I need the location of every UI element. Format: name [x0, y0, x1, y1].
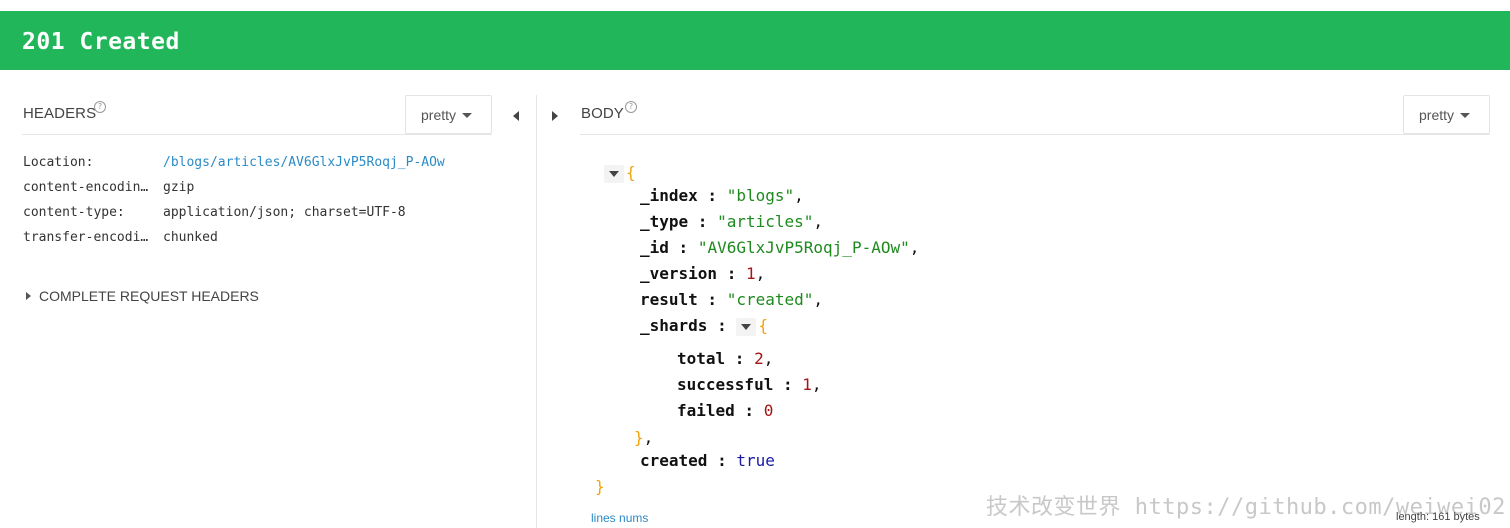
json-line-failed: failed : 0: [677, 401, 774, 420]
lines-nums-toggle[interactable]: lines nums: [591, 511, 648, 525]
caret-down-icon: [1460, 113, 1471, 118]
json-line-type: _type : "articles",: [640, 212, 824, 231]
status-bar: 201 Created: [0, 11, 1510, 70]
json-root-close: }: [595, 477, 605, 496]
expand-body-button[interactable]: [552, 108, 558, 126]
json-line-created: created : true: [640, 451, 775, 470]
json-root-open: {: [604, 163, 636, 183]
panel-splitter[interactable]: [536, 95, 537, 528]
json-line-shards: _shards : {: [640, 316, 768, 336]
caret-down-icon: [462, 113, 473, 118]
headers-divider: [22, 134, 492, 135]
header-key: content-type:: [23, 205, 125, 220]
header-key: transfer-encodi…: [23, 230, 149, 245]
body-format-dropdown[interactable]: pretty: [1403, 95, 1490, 134]
response-length: length: 161 bytes: [1396, 511, 1480, 523]
caret-left-icon: [513, 111, 519, 121]
body-title: BODY: [581, 105, 624, 122]
json-line-result: result : "created",: [640, 290, 824, 309]
caret-right-icon: [26, 292, 31, 300]
json-line-index: _index : "blogs",: [640, 186, 804, 205]
headers-help-icon[interactable]: ?: [94, 101, 106, 113]
headers-table: Location: /blogs/articles/AV6GlxJvP5Roqj…: [23, 155, 445, 255]
header-row-content-type: content-type: application/json; charset=…: [23, 205, 445, 230]
header-row-transfer-encoding: transfer-encodi… chunked: [23, 230, 445, 255]
caret-right-icon: [552, 111, 558, 121]
json-shards-close: },: [634, 428, 654, 447]
header-row-content-encoding: content-encodin… gzip: [23, 180, 445, 205]
header-value: gzip: [163, 180, 195, 195]
headers-format-label: pretty: [421, 106, 457, 123]
headers-format-dropdown[interactable]: pretty: [405, 95, 492, 134]
collapse-headers-button[interactable]: [513, 108, 519, 126]
complete-request-headers-toggle[interactable]: COMPLETE REQUEST HEADERS: [26, 288, 259, 304]
json-line-total: total : 2,: [677, 349, 774, 368]
collapse-shards-icon[interactable]: [736, 317, 757, 336]
json-line-id: _id : "AV6GlxJvP5Roqj_P-AOw",: [640, 238, 920, 257]
json-line-version: _version : 1,: [640, 264, 766, 283]
headers-title: HEADERS: [23, 105, 97, 122]
header-value: application/json; charset=UTF-8: [163, 205, 406, 220]
body-divider: [580, 134, 1490, 135]
location-link[interactable]: /blogs/articles/AV6GlxJvP5Roqj_P-AOw: [163, 155, 445, 180]
header-value: chunked: [163, 230, 218, 245]
header-key: content-encodin…: [23, 180, 149, 195]
complete-request-label: COMPLETE REQUEST HEADERS: [39, 288, 259, 304]
collapse-root-icon[interactable]: [604, 164, 624, 183]
status-code: 201 Created: [22, 29, 180, 55]
json-line-successful: successful : 1,: [677, 375, 822, 394]
body-help-icon[interactable]: ?: [625, 101, 637, 113]
body-format-label: pretty: [1419, 106, 1455, 123]
header-row-location: Location: /blogs/articles/AV6GlxJvP5Roqj…: [23, 155, 445, 180]
header-key: Location:: [23, 155, 94, 170]
